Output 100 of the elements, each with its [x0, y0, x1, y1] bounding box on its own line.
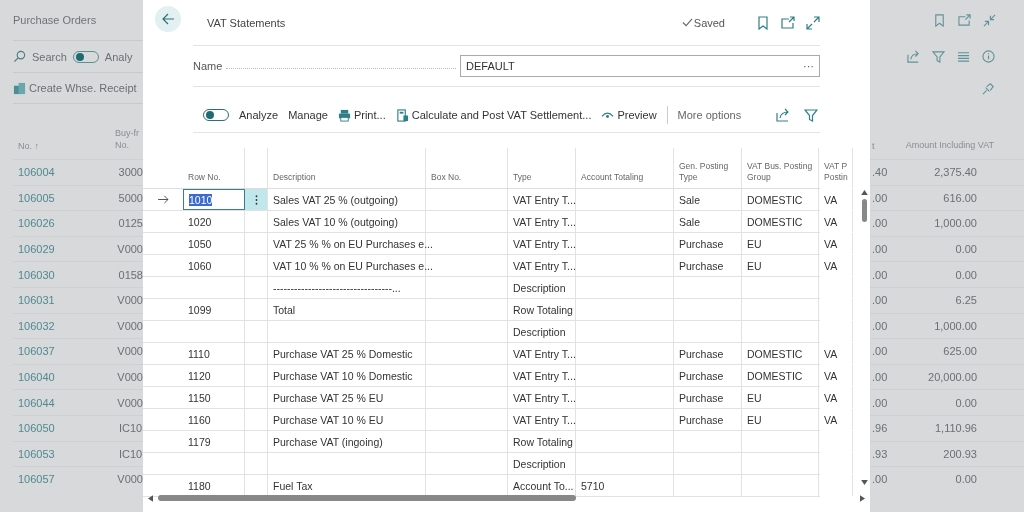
table-cell: Purchase VAT 10 % Domestic: [273, 369, 413, 382]
table-cell: Purchase: [679, 413, 724, 426]
table-cell: VA: [824, 259, 838, 272]
table-cell: Description: [513, 457, 566, 470]
column-header[interactable]: VAT Bus. Posting Group: [742, 148, 819, 188]
column-header[interactable]: Description: [268, 148, 426, 188]
search-button[interactable]: Search: [32, 50, 67, 63]
table-cell: DOMESTIC: [747, 215, 803, 228]
table-cell: Purchase: [679, 259, 724, 272]
scroll-up-icon[interactable]: [860, 190, 868, 195]
table-cell: VA: [824, 347, 838, 360]
back-button[interactable]: [155, 6, 181, 32]
table-cell: 1060: [188, 259, 212, 272]
table-cell: 1050: [188, 237, 212, 250]
table-cell: VAT Entry T...: [513, 215, 576, 228]
filter-icon[interactable]: [932, 49, 945, 63]
scroll-right-icon[interactable]: [860, 494, 865, 502]
table-cell-text: 200.93: [942, 447, 977, 460]
scrollbar-thumb[interactable]: [861, 199, 867, 222]
table-cell-text: .00: [871, 473, 889, 486]
table-cell: VAT Entry T...: [513, 259, 576, 272]
bookmark-icon[interactable]: [933, 13, 946, 27]
table-cell: 0158: [118, 268, 143, 281]
preview-button[interactable]: Preview: [617, 109, 657, 121]
table-cell: VA: [824, 413, 838, 426]
table-cell-text: .40: [871, 166, 889, 179]
list-icon[interactable]: [957, 49, 970, 63]
name-label: Name: [193, 60, 223, 72]
table-cell: ----------------------------------...: [273, 281, 401, 294]
order-number-link[interactable]: 106057: [13, 473, 118, 486]
bookmark-icon[interactable]: [756, 15, 770, 30]
table-cell: IC10: [119, 422, 143, 435]
table-cell: DOMESTIC: [747, 369, 803, 382]
column-header[interactable]: No. ↑: [18, 141, 39, 151]
create-receipt-button[interactable]: Create Whse. Receipt: [29, 82, 137, 94]
order-number-link[interactable]: 106050: [13, 422, 119, 435]
table-cell: 1150: [188, 391, 211, 404]
column-header[interactable]: Box No.: [426, 148, 508, 188]
scrollbar-thumb[interactable]: [158, 495, 576, 501]
table-cell: VAT Entry T...: [513, 391, 576, 404]
order-number-link[interactable]: 106029: [13, 243, 118, 256]
back-arrow-icon: [161, 12, 175, 26]
share-icon[interactable]: [907, 49, 920, 63]
order-number-link[interactable]: 106031: [13, 294, 118, 307]
order-number-link[interactable]: 106032: [13, 319, 118, 332]
order-number-link[interactable]: 106037: [13, 345, 118, 358]
table-cell-text: 616.00: [942, 191, 977, 204]
more-options-button[interactable]: More options: [677, 109, 742, 121]
column-header[interactable]: Row No.: [183, 148, 245, 188]
printer-icon: [337, 108, 351, 122]
table-cell-text: 6.25: [954, 294, 977, 307]
order-number-link[interactable]: 106004: [13, 166, 119, 179]
table-cell: Purchase VAT (ingoing): [273, 435, 383, 448]
column-header[interactable]: Account Totaling: [576, 148, 674, 188]
column-header[interactable]: VAT P Postin: [819, 148, 853, 188]
order-number-link[interactable]: 106030: [13, 268, 119, 281]
order-number-link[interactable]: 106040: [13, 371, 118, 384]
column-header[interactable]: t: [870, 141, 892, 151]
column-header[interactable]: Gen. Posting Type: [674, 148, 742, 188]
table-cell-text: .96: [871, 422, 889, 435]
search-icon[interactable]: [13, 50, 26, 63]
table-cell-text: 0.00: [954, 243, 977, 256]
column-header[interactable]: Buy-fr No.: [115, 127, 141, 151]
table-cell: V000: [117, 243, 143, 256]
table-cell-text: .00: [871, 191, 889, 204]
table-cell-text: .00: [871, 371, 889, 384]
table-cell: VAT 10 % % on EU Purchases e...: [273, 259, 433, 272]
order-number-link[interactable]: 106005: [13, 191, 119, 204]
manage-menu[interactable]: Manage: [288, 109, 328, 121]
order-number-link[interactable]: 106044: [13, 396, 118, 409]
table-cell: 1120: [188, 369, 211, 382]
table-cell: EU: [747, 237, 762, 250]
table-cell: Sale: [679, 193, 700, 206]
collapse-icon[interactable]: [983, 13, 996, 27]
table-cell-text: 1,000.00: [933, 319, 977, 332]
info-icon[interactable]: [982, 49, 995, 63]
row-menu-icon[interactable]: [254, 193, 258, 206]
order-number-link[interactable]: 106026: [13, 217, 119, 230]
analyze-label: Analy: [104, 50, 133, 63]
share-icon[interactable]: [776, 108, 790, 122]
name-field[interactable]: DEFAULT ···: [460, 55, 820, 77]
column-header[interactable]: Type: [508, 148, 576, 188]
scroll-left-icon[interactable]: [148, 494, 153, 502]
table-cell: 1099: [188, 303, 212, 316]
pin-icon[interactable]: [982, 81, 995, 95]
table-cell-text: 0.00: [954, 473, 977, 486]
table-cell: VA: [824, 237, 838, 250]
analyze-label: Analyze: [239, 109, 279, 121]
expand-icon[interactable]: [806, 15, 820, 30]
filter-icon[interactable]: [804, 108, 818, 122]
order-number-link[interactable]: 106053: [13, 447, 119, 460]
scroll-down-icon[interactable]: [860, 480, 868, 485]
table-cell-text: .00: [871, 243, 889, 256]
table-cell: 0125: [118, 217, 143, 230]
print-button[interactable]: Print...: [353, 109, 386, 121]
calculate-post-button[interactable]: Calculate and Post VAT Settlement...: [411, 109, 592, 121]
open-in-new-window-icon[interactable]: [958, 13, 971, 27]
table-cell: V000: [117, 319, 143, 332]
column-header[interactable]: Amount Including VAT: [892, 139, 994, 151]
open-in-new-window-icon[interactable]: [781, 15, 795, 30]
